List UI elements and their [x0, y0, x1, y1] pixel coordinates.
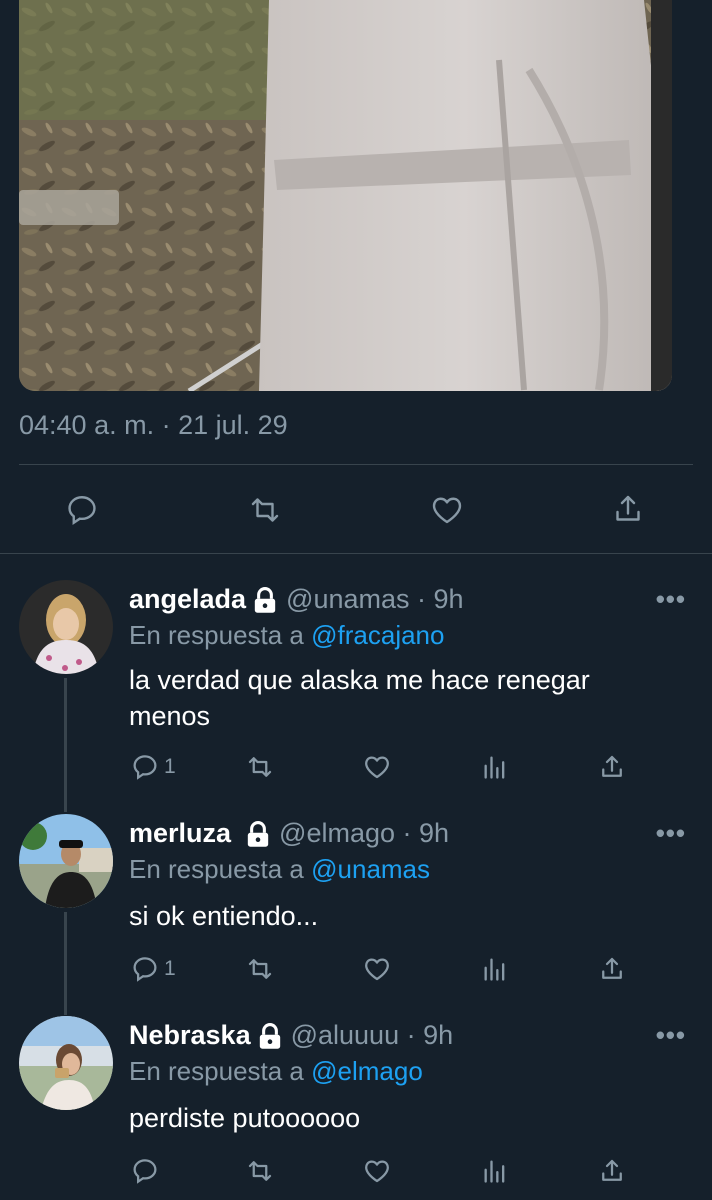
share-button[interactable] — [597, 752, 627, 782]
reply-icon — [133, 1159, 157, 1184]
retweet-button[interactable] — [243, 954, 277, 984]
in-reply-prefix: En respuesta a — [129, 1056, 304, 1086]
more-icon[interactable]: ••• — [656, 1020, 686, 1051]
like-icon — [365, 756, 389, 779]
share-icon — [616, 495, 640, 521]
more-icon[interactable]: ••• — [656, 584, 686, 615]
share-button[interactable] — [597, 1156, 627, 1186]
reply-icon — [133, 957, 157, 982]
like-icon — [365, 958, 389, 981]
share-icon — [602, 957, 622, 979]
in-reply-to: En respuesta a @unamas — [129, 854, 430, 885]
reply-button[interactable]: 1 — [130, 752, 176, 782]
like-icon — [432, 497, 462, 524]
separator-dot: · — [399, 1020, 424, 1050]
avatar-image — [19, 814, 113, 908]
display-name[interactable]: merluza — [129, 818, 231, 849]
separator-dot: · — [409, 584, 434, 614]
user-handle[interactable]: @unamas — [286, 584, 409, 615]
in-reply-prefix: En respuesta a — [129, 620, 304, 650]
avatar-image — [19, 580, 113, 674]
reply-text: si ok entiendo... — [129, 901, 319, 931]
reply-button[interactable]: 1 — [130, 954, 176, 984]
analytics-icon — [484, 756, 505, 779]
reply-button[interactable] — [64, 492, 100, 528]
reply-button[interactable] — [130, 1156, 164, 1186]
tweet-timestamp[interactable]: 04:40 a. m. · 21 jul. 29 — [19, 410, 288, 441]
reply-text: la verdad que alaska me hace renegar men… — [129, 665, 590, 731]
in-reply-to: En respuesta a @elmago — [129, 1056, 423, 1087]
user-handle[interactable]: @aluuuu — [291, 1020, 400, 1051]
avatar[interactable] — [19, 1016, 113, 1110]
mention-link[interactable]: @fracajano — [311, 620, 444, 650]
analytics-button[interactable] — [481, 954, 509, 984]
display-name[interactable]: angelada — [129, 584, 246, 615]
like-icon — [365, 1160, 389, 1183]
reply-header: merluza @elmago · 9h — [129, 818, 449, 849]
tweet-action-bar — [0, 488, 712, 532]
reply-text: perdiste putoooooo — [129, 1103, 361, 1133]
in-reply-prefix: En respuesta a — [129, 854, 304, 884]
like-button[interactable] — [362, 752, 392, 782]
reply-header: Nebraska @aluuuu · 9h — [129, 1020, 453, 1051]
reply-time[interactable]: 9h — [419, 818, 449, 849]
more-icon[interactable]: ••• — [656, 818, 686, 849]
avatar[interactable] — [19, 580, 113, 674]
reply-tweet[interactable]: merluza @elmago · 9h ••• En respuesta a … — [0, 812, 712, 1012]
retweet-icon — [248, 1161, 272, 1181]
retweet-icon — [251, 498, 279, 522]
reply-action-bar: 1 — [0, 752, 712, 788]
reply-header: angelada @unamas · 9h — [129, 584, 464, 615]
reply-time[interactable]: 9h — [423, 1020, 453, 1051]
reply-tweet[interactable]: Nebraska @aluuuu · 9h ••• En respuesta a… — [0, 1014, 712, 1200]
avatar[interactable] — [19, 814, 113, 908]
lock-icon — [245, 820, 271, 848]
separator-dot: · — [395, 818, 420, 848]
retweet-button[interactable] — [243, 1156, 277, 1186]
user-handle[interactable]: @elmago — [279, 818, 395, 849]
retweet-icon — [248, 757, 272, 777]
reply-icon — [133, 755, 157, 780]
retweet-button[interactable] — [245, 492, 285, 528]
in-reply-to: En respuesta a @fracajano — [129, 620, 444, 651]
display-name[interactable]: Nebraska — [129, 1020, 251, 1051]
reply-action-bar — [0, 1156, 712, 1192]
analytics-button[interactable] — [481, 1156, 509, 1186]
reply-action-bar: 1 — [0, 954, 712, 990]
lock-icon — [257, 1022, 283, 1050]
analytics-icon — [484, 1160, 505, 1183]
lock-icon — [252, 586, 278, 614]
reply-count: 1 — [164, 957, 176, 980]
reply-count: 1 — [164, 755, 176, 778]
divider — [19, 464, 693, 465]
reply-tweet[interactable]: angelada @unamas · 9h ••• En respuesta a… — [0, 578, 712, 808]
reply-time[interactable]: 9h — [434, 584, 464, 615]
like-button[interactable] — [362, 1156, 392, 1186]
like-button[interactable] — [362, 954, 392, 984]
photo-image — [19, 0, 672, 391]
reply-icon — [68, 496, 96, 526]
analytics-button[interactable] — [481, 752, 509, 782]
avatar-image — [19, 1016, 113, 1110]
mention-link[interactable]: @unamas — [311, 854, 430, 884]
divider — [0, 553, 712, 554]
mention-link[interactable]: @elmago — [311, 1056, 423, 1086]
like-button[interactable] — [428, 492, 466, 528]
share-button[interactable] — [597, 954, 627, 984]
analytics-icon — [484, 958, 505, 981]
share-button[interactable] — [610, 490, 646, 528]
retweet-button[interactable] — [243, 752, 277, 782]
tweet-media-photo[interactable] — [19, 0, 672, 391]
retweet-icon — [248, 959, 272, 979]
share-icon — [602, 1159, 622, 1181]
share-icon — [602, 755, 622, 777]
